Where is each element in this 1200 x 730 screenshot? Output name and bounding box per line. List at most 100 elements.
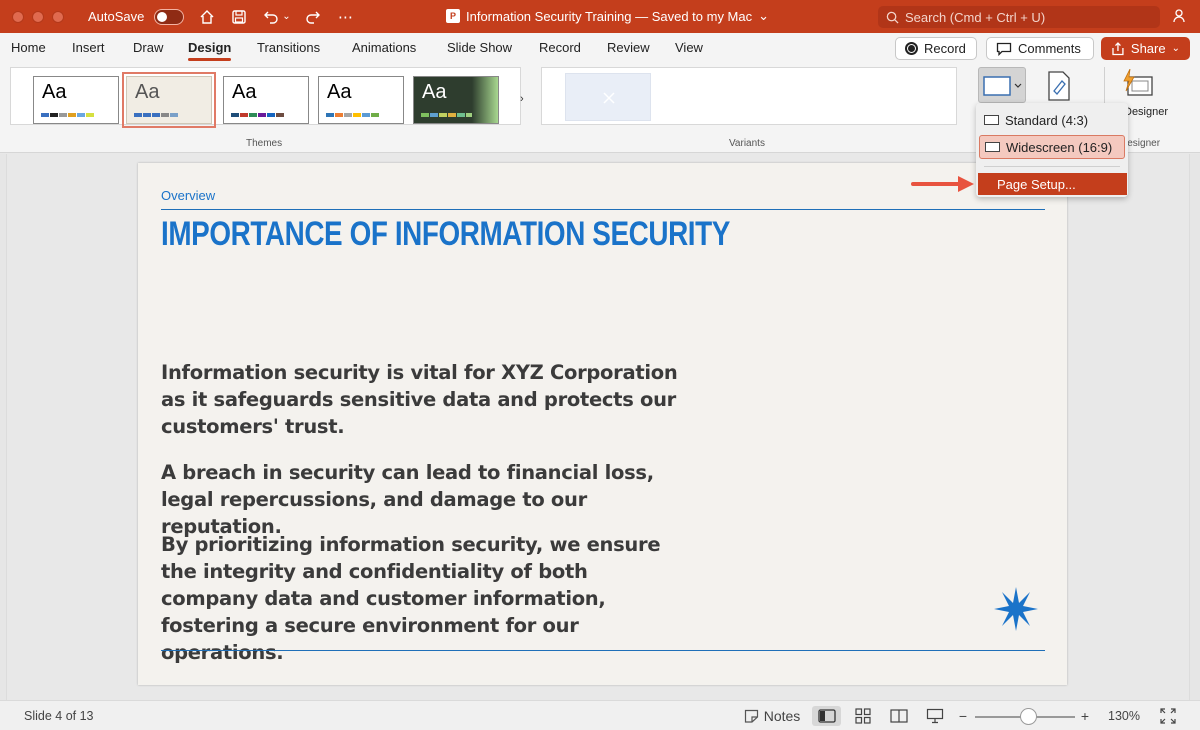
ribbon-tab-bar: Home Insert Draw Design Transitions Anim…: [0, 33, 1200, 63]
variants-gallery: [541, 67, 957, 125]
slide-shape-icon: [984, 115, 999, 125]
theme-sample-text: Aa: [232, 81, 257, 103]
zoom-in-button[interactable]: +: [1078, 706, 1092, 726]
record-icon: [905, 42, 918, 55]
zoom-slider-handle[interactable]: [1020, 708, 1037, 725]
share-button[interactable]: Share ⌄: [1101, 37, 1190, 60]
tab-view[interactable]: View: [675, 40, 703, 55]
notes-icon: [744, 709, 758, 723]
minimize-window-button[interactable]: [32, 10, 44, 23]
share-icon: [1112, 41, 1124, 55]
gallery-more-icon[interactable]: ›: [520, 93, 524, 105]
notes-button[interactable]: Notes: [742, 706, 802, 726]
designer-icon: [1123, 68, 1153, 96]
search-placeholder: Search (Cmd + Ctrl + U): [905, 9, 1046, 25]
theme-color-swatches: [231, 113, 284, 117]
zoom-window-button[interactable]: [52, 10, 64, 23]
chevron-down-icon: ⌄: [1171, 43, 1180, 54]
starburst-icon[interactable]: [993, 586, 1039, 632]
theme-thumbnail-2[interactable]: Aa: [122, 72, 216, 128]
menu-item-page-setup[interactable]: Page Setup...: [978, 173, 1127, 195]
slide[interactable]: Overview IMPORTANCE OF INFORMATION SECUR…: [138, 163, 1067, 685]
empty-variant-icon: [603, 92, 615, 104]
slide-indicator: Slide 4 of 13: [24, 709, 94, 723]
theme-sample-text: Aa: [42, 81, 67, 103]
tab-animations[interactable]: Animations: [352, 40, 416, 55]
tab-review[interactable]: Review: [607, 40, 650, 55]
undo-icon[interactable]: [262, 8, 280, 26]
theme-gradient-accent: [472, 77, 498, 123]
fit-to-window-button[interactable]: [1158, 706, 1178, 726]
tab-record[interactable]: Record: [539, 40, 581, 55]
search-input[interactable]: Search (Cmd + Ctrl + U): [878, 6, 1160, 28]
designer-button[interactable]: [1118, 68, 1158, 101]
section-label[interactable]: Overview: [161, 188, 215, 203]
comments-button[interactable]: Comments: [986, 37, 1094, 60]
window-controls: [12, 10, 64, 23]
slide-size-menu: Standard (4:3) Widescreen (16:9) Page Se…: [976, 103, 1128, 197]
slide-size-button[interactable]: [978, 67, 1026, 103]
more-icon[interactable]: ⋯: [336, 8, 354, 26]
redo-icon[interactable]: [304, 8, 322, 26]
document-title[interactable]: P Information Security Training — Saved …: [446, 8, 769, 24]
designer-button-label: Designer: [1124, 106, 1169, 118]
tab-home[interactable]: Home: [11, 40, 46, 55]
menu-item-standard[interactable]: Standard (4:3): [979, 108, 1125, 132]
reading-view-icon: [890, 709, 908, 723]
theme-color-swatches: [41, 113, 94, 117]
theme-color-swatches: [326, 113, 379, 117]
comment-icon: [996, 42, 1012, 56]
slide-title[interactable]: IMPORTANCE OF INFORMATION SECURITY: [161, 215, 730, 254]
variant-placeholder[interactable]: [565, 73, 651, 121]
save-icon[interactable]: [230, 8, 248, 26]
bottom-divider-line: [161, 650, 1045, 651]
slide-sorter-button[interactable]: [850, 706, 876, 726]
reading-view-button[interactable]: [886, 706, 912, 726]
body-paragraph-1[interactable]: Information security is vital for XYZ Co…: [161, 359, 681, 440]
variants-group-label: Variants: [729, 138, 765, 149]
autosave-label: AutoSave: [88, 9, 145, 24]
zoom-out-button[interactable]: −: [956, 706, 970, 726]
tab-design[interactable]: Design: [188, 40, 232, 61]
theme-sample-text: Aa: [422, 81, 447, 103]
format-background-icon: [1048, 71, 1070, 101]
share-button-label: Share: [1130, 41, 1166, 56]
home-icon[interactable]: [198, 8, 216, 26]
autosave-toggle[interactable]: [154, 8, 185, 25]
tab-draw[interactable]: Draw: [133, 40, 163, 55]
theme-thumbnail-5[interactable]: Aa: [413, 76, 499, 124]
title-bar: AutoSave ⌄ ⋯ P Information Security Trai…: [0, 0, 1200, 33]
normal-view-button[interactable]: [812, 706, 841, 726]
search-icon: [886, 11, 899, 24]
status-bar: Slide 4 of 13 Notes − + 130%: [0, 700, 1200, 730]
document-title-text: Information Security Training — Saved to…: [466, 8, 753, 24]
normal-view-icon: [817, 709, 836, 723]
callout-arrow-icon: [911, 176, 974, 192]
theme-color-swatches: [134, 113, 178, 117]
undo-dropdown-icon[interactable]: ⌄: [282, 8, 290, 26]
format-background-button[interactable]: [1043, 69, 1075, 103]
theme-thumbnail-4[interactable]: Aa: [318, 76, 404, 124]
tab-transitions[interactable]: Transitions: [257, 40, 320, 55]
slide-show-button[interactable]: [922, 706, 948, 726]
body-paragraph-2[interactable]: A breach in security can lead to financi…: [161, 459, 681, 540]
tab-insert[interactable]: Insert: [72, 40, 105, 55]
theme-thumbnail-3[interactable]: Aa: [223, 76, 309, 124]
top-divider-line: [161, 209, 1045, 210]
tab-slide-show[interactable]: Slide Show: [447, 40, 512, 55]
fit-window-icon: [1160, 708, 1176, 724]
menu-item-widescreen[interactable]: Widescreen (16:9): [979, 135, 1125, 159]
powerpoint-icon: P: [446, 9, 460, 23]
slide-sorter-icon: [855, 708, 871, 724]
theme-sample-text: Aa: [327, 81, 352, 103]
close-window-button[interactable]: [12, 10, 24, 23]
share-person-icon[interactable]: [1172, 8, 1188, 24]
record-button-label: Record: [924, 41, 966, 56]
theme-thumbnail-1[interactable]: Aa: [33, 76, 119, 124]
zoom-level[interactable]: 130%: [1104, 706, 1144, 726]
theme-sample-text: Aa: [135, 81, 160, 103]
record-button[interactable]: Record: [895, 37, 977, 60]
menu-item-page-setup-label: Page Setup...: [997, 176, 1076, 192]
body-paragraph-3[interactable]: By prioritizing information security, we…: [161, 531, 681, 666]
slide-shape-icon: [985, 142, 1000, 152]
